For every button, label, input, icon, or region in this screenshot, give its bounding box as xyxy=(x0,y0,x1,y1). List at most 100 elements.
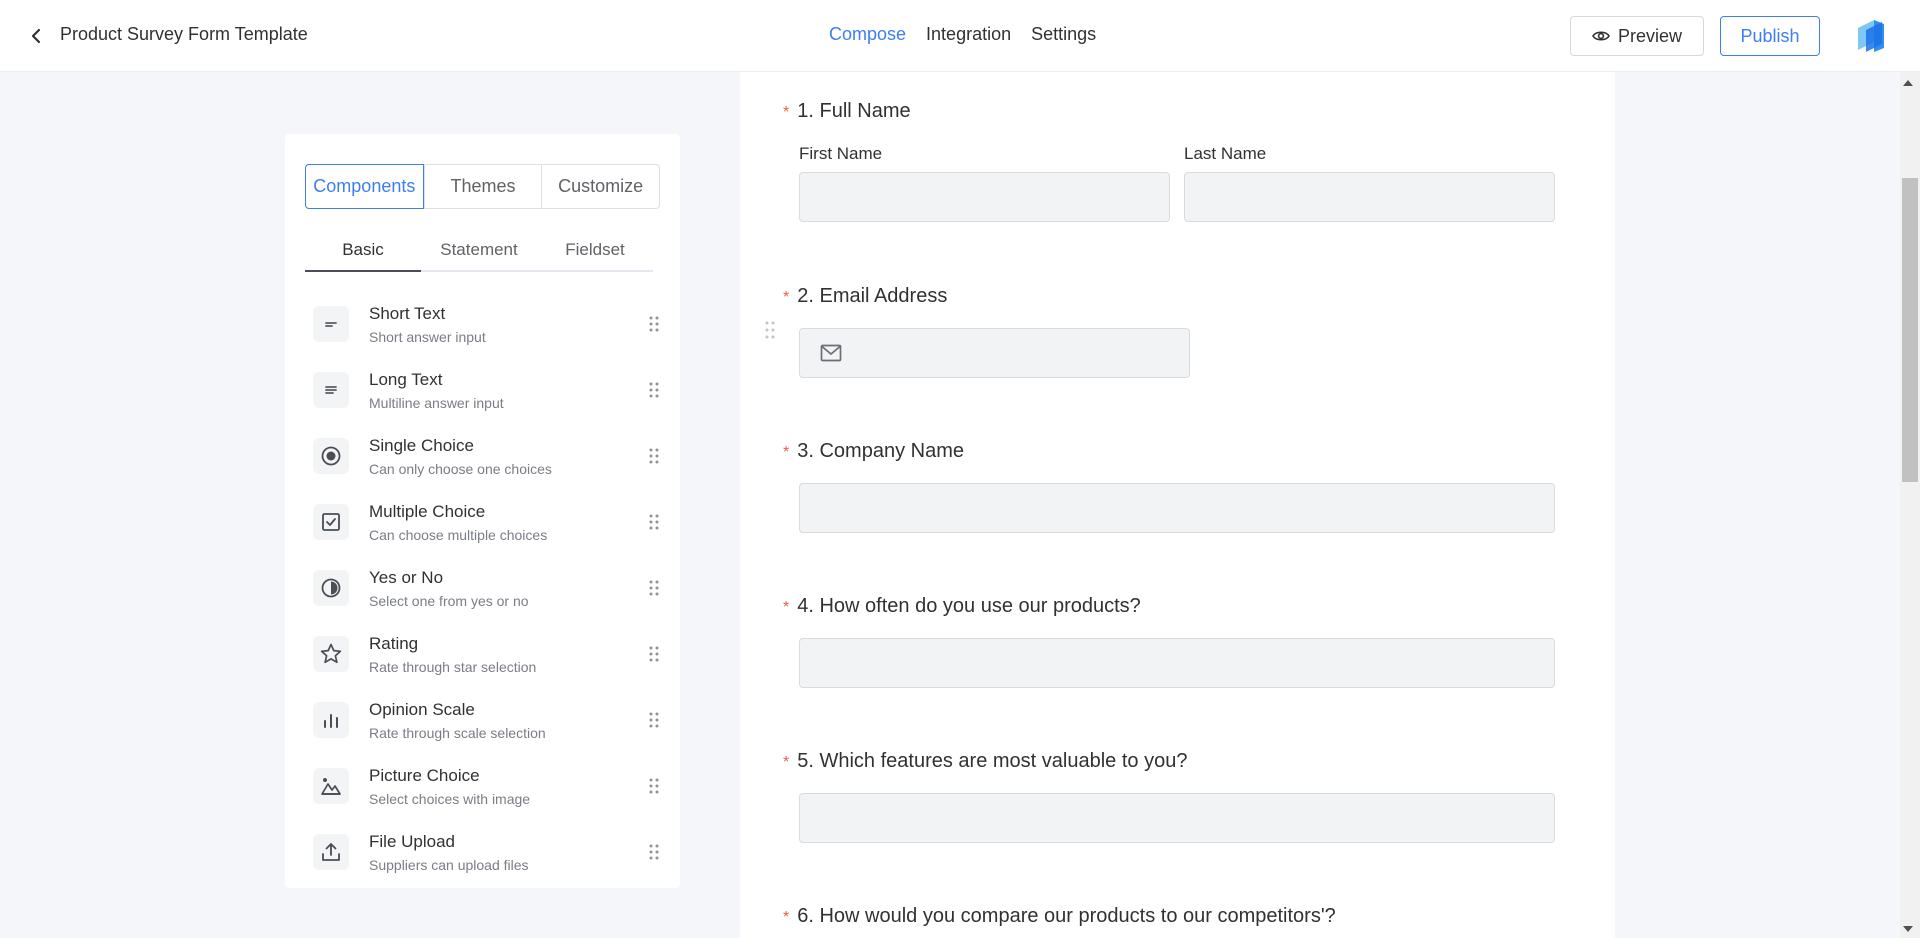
question-text: Which features are most valuable to you? xyxy=(819,750,1188,772)
top-header: Product Survey Form Template Compose Int… xyxy=(0,0,1920,72)
question-text: How would you compare our products to ou… xyxy=(819,905,1336,927)
preview-button[interactable]: Preview xyxy=(1570,16,1704,56)
component-file-upload[interactable]: File Upload Suppliers can upload files xyxy=(305,822,659,888)
radio-icon xyxy=(313,438,349,474)
component-long-text[interactable]: Long Text Multiline answer input xyxy=(305,360,659,426)
component-desc: Rate through scale selection xyxy=(369,725,546,741)
last-name-input[interactable] xyxy=(1184,172,1555,222)
question-title: * 4. How often do you use our products? xyxy=(783,595,1141,618)
question-title: * 3. Company Name xyxy=(783,440,964,463)
tab-integration[interactable]: Integration xyxy=(926,24,1011,45)
component-name: Multiple Choice xyxy=(369,502,486,521)
component-subtabs: Basic Statement Fieldset xyxy=(305,234,653,272)
preview-label: Preview xyxy=(1617,25,1683,46)
scrollbar-thumb[interactable] xyxy=(1902,178,1918,482)
component-picture-choice[interactable]: Picture Choice Select choices with image xyxy=(305,756,659,822)
chevron-left-icon xyxy=(31,28,41,44)
short-text-icon xyxy=(313,306,349,342)
question-title: * 2. Email Address xyxy=(783,285,947,308)
required-marker: * xyxy=(783,444,790,461)
mail-icon xyxy=(820,344,842,362)
form-title: Product Survey Form Template xyxy=(60,24,308,44)
drag-handle-icon[interactable] xyxy=(648,315,660,333)
question-text: Full Name xyxy=(819,100,911,122)
question-full-name[interactable]: * 1. Full Name xyxy=(783,100,911,123)
long-text-icon xyxy=(313,372,349,408)
question-features[interactable]: * 5. Which features are most valuable to … xyxy=(783,750,1187,773)
question-text: Company Name xyxy=(819,440,964,462)
drag-handle-icon[interactable] xyxy=(648,381,660,399)
drag-handle-icon[interactable] xyxy=(648,645,660,663)
drag-handle-icon[interactable] xyxy=(764,320,776,340)
component-desc: Can only choose one choices xyxy=(369,461,552,477)
panel-segment-tabs: Components Themes Customize xyxy=(305,164,660,209)
component-desc: Rate through star selection xyxy=(369,659,537,675)
question-number: 3. xyxy=(797,440,814,462)
drag-handle-icon[interactable] xyxy=(648,579,660,597)
component-desc: Multiline answer input xyxy=(369,395,504,411)
component-name: Picture Choice xyxy=(369,766,480,785)
required-marker: * xyxy=(783,754,790,771)
email-input[interactable] xyxy=(799,328,1190,378)
segment-themes[interactable]: Themes xyxy=(423,165,542,208)
drag-handle-icon[interactable] xyxy=(648,777,660,795)
upload-icon xyxy=(313,834,349,870)
last-name-label: Last Name xyxy=(1184,144,1267,163)
publish-button[interactable]: Publish xyxy=(1720,16,1820,56)
question-title: * 6. How would you compare our products t… xyxy=(783,905,1336,928)
drag-handle-icon[interactable] xyxy=(648,513,660,531)
back-button[interactable] xyxy=(24,22,48,50)
question-email[interactable]: * 2. Email Address xyxy=(783,285,947,308)
subtab-statement[interactable]: Statement xyxy=(421,234,537,270)
features-input[interactable] xyxy=(799,793,1555,843)
question-frequency[interactable]: * 4. How often do you use our products? xyxy=(783,595,1141,618)
subtab-basic[interactable]: Basic xyxy=(305,234,421,272)
form-canvas: * 1. Full Name First Name Last Name * 2. E… xyxy=(740,72,1615,938)
drag-handle-icon[interactable] xyxy=(648,843,660,861)
component-rating[interactable]: Rating Rate through star selection xyxy=(305,624,659,690)
question-text: How often do you use our products? xyxy=(819,595,1141,617)
top-tabs: Compose Integration Settings xyxy=(829,24,1096,45)
component-desc: Can choose multiple choices xyxy=(369,527,548,543)
question-number: 4. xyxy=(797,595,814,617)
question-comparison[interactable]: * 6. How would you compare our products t… xyxy=(783,905,1336,928)
drag-handle-icon[interactable] xyxy=(648,711,660,729)
question-title: * 5. Which features are most valuable to … xyxy=(783,750,1187,773)
component-single-choice[interactable]: Single Choice Can only choose one choice… xyxy=(305,426,659,492)
component-desc: Select one from yes or no xyxy=(369,593,529,609)
required-marker: * xyxy=(783,289,790,306)
segment-components[interactable]: Components xyxy=(305,164,424,209)
tab-compose[interactable]: Compose xyxy=(829,24,906,45)
component-name: Rating xyxy=(369,634,419,653)
component-opinion-scale[interactable]: Opinion Scale Rate through scale selecti… xyxy=(305,690,659,756)
component-name: File Upload xyxy=(369,832,455,851)
question-number: 2. xyxy=(797,285,814,307)
component-desc: Select choices with image xyxy=(369,791,531,807)
component-name: Short Text xyxy=(369,304,446,323)
first-name-input[interactable] xyxy=(799,172,1170,222)
first-name-label: First Name xyxy=(799,144,883,163)
eye-icon xyxy=(1592,31,1610,41)
question-number: 1. xyxy=(797,100,814,122)
component-desc: Short answer input xyxy=(369,329,486,345)
component-short-text[interactable]: Short Text Short answer input xyxy=(305,294,659,360)
app-logo-icon xyxy=(1858,20,1884,52)
bar-chart-icon xyxy=(313,702,349,738)
question-number: 5. xyxy=(797,750,814,772)
segment-customize[interactable]: Customize xyxy=(541,165,659,208)
component-name: Yes or No xyxy=(369,568,444,587)
component-desc: Suppliers can upload files xyxy=(369,857,529,873)
frequency-input[interactable] xyxy=(799,638,1555,688)
checkbox-icon xyxy=(313,504,349,540)
scroll-up-arrow-icon[interactable] xyxy=(1903,80,1913,86)
tab-settings[interactable]: Settings xyxy=(1031,24,1096,45)
component-name: Opinion Scale xyxy=(369,700,475,719)
company-input[interactable] xyxy=(799,483,1555,533)
components-panel: Components Themes Customize Basic Statem… xyxy=(285,134,680,888)
subtab-fieldset[interactable]: Fieldset xyxy=(537,234,653,270)
component-yes-or-no[interactable]: Yes or No Select one from yes or no xyxy=(305,558,659,624)
scroll-down-arrow-icon[interactable] xyxy=(1903,926,1913,932)
component-multiple-choice[interactable]: Multiple Choice Can choose multiple choi… xyxy=(305,492,659,558)
drag-handle-icon[interactable] xyxy=(648,447,660,465)
question-company[interactable]: * 3. Company Name xyxy=(783,440,964,463)
